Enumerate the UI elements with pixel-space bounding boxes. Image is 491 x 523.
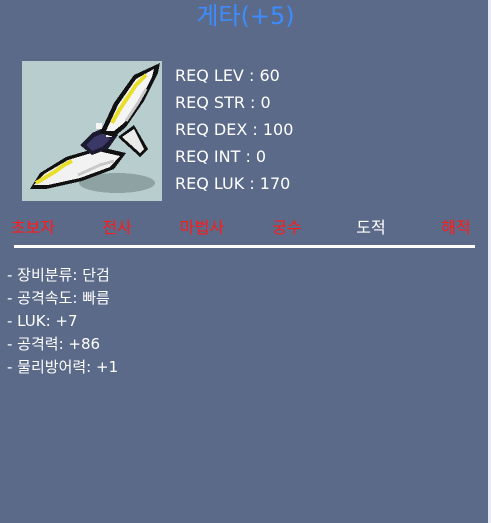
requirements-list: REQ LEV : 60 REQ STR : 0 REQ DEX : 100 R… [175,62,375,197]
job-thief: 도적 [356,218,386,237]
req-dex: REQ DEX : 100 [175,120,294,139]
item-stats: - 장비분류: 단검 - 공격속도: 빠름 - LUK: +7 - 공격력: +… [7,264,407,379]
job-archer: 궁수 [272,218,302,237]
stat-equip-type: - 장비분류: 단검 [7,266,110,284]
job-magician: 마법사 [179,218,225,237]
item-icon-frame [22,61,162,201]
req-int: REQ INT : 0 [175,147,267,166]
job-requirements: 초보자 전사 마법사 궁수 도적 해적 [0,215,491,241]
job-beginner: 초보자 [10,218,56,237]
divider [14,245,475,248]
req-level: REQ LEV : 60 [175,66,280,85]
item-tooltip: 게타(+5) REQ LEV : 60 REQ STR : 0 REQ DEX … [0,0,491,523]
stat-physical-defense: - 물리방어력: +1 [7,358,119,376]
job-pirate: 해적 [441,218,471,237]
item-name: 게타(+5) [196,2,295,30]
req-luk: REQ LUK : 170 [175,174,291,193]
req-str: REQ STR : 0 [175,93,271,112]
stat-attack: - 공격력: +86 [7,335,101,353]
job-warrior: 전사 [102,218,132,237]
stat-luk: - LUK: +7 [7,312,78,330]
dagger-icon [30,63,160,193]
stat-attack-speed: - 공격속도: 빠름 [7,289,110,307]
